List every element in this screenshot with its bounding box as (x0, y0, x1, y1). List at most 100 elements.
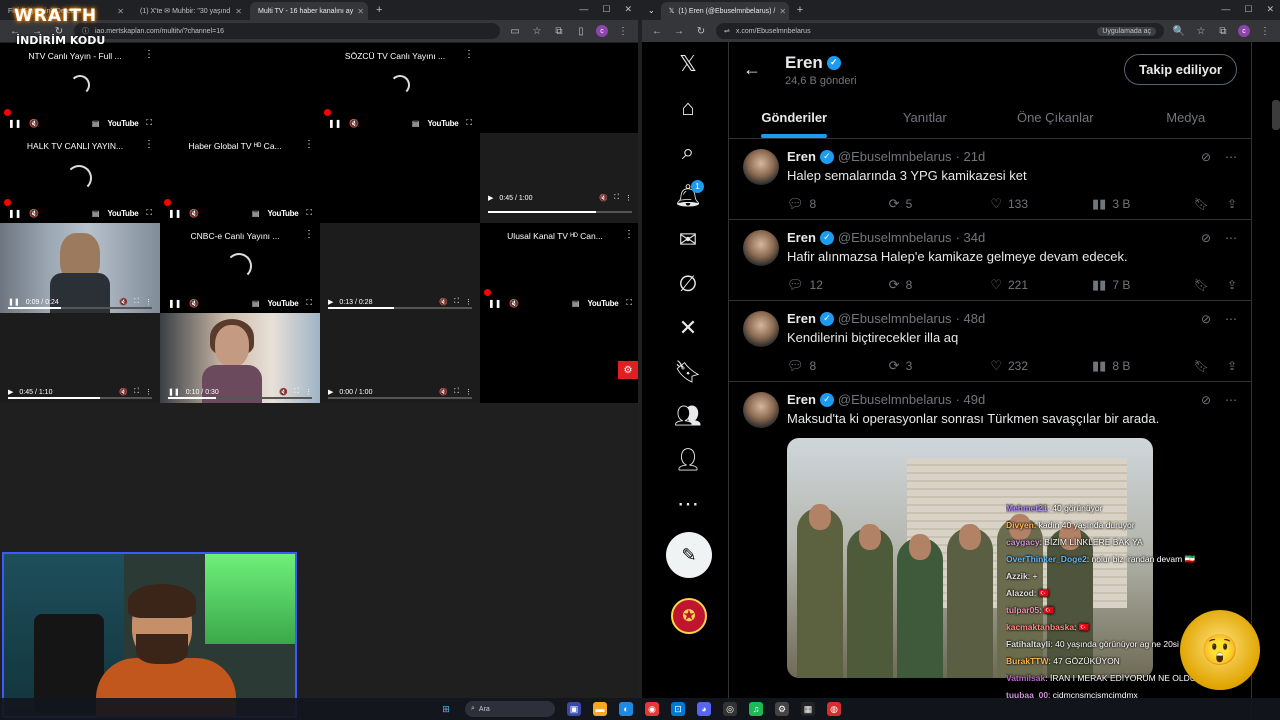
author-name[interactable]: Eren (787, 230, 816, 245)
store-icon[interactable]: ⊡ (671, 702, 685, 716)
menu-icon[interactable]: ⋮ (1258, 24, 1272, 38)
post-age[interactable]: · 49d (956, 392, 986, 407)
fullscreen-icon[interactable]: ⛶ (466, 118, 472, 128)
fullscreen-icon[interactable]: ⛶ (306, 298, 312, 308)
grok-icon[interactable]: ⊘ (1201, 393, 1211, 407)
player-html5-2[interactable]: ▶ 0:13 / 0:28 🔇 ⛶ ⋮ (320, 223, 480, 313)
player-sozcu[interactable]: SÖZCÜ TV Canlı Yayını ... ⋮ ❚❚ 🔇 ▤ YouTube… (320, 43, 480, 133)
player-ntv[interactable]: NTV Canlı Yayın - Full ... ⋮ ❚❚ 🔇 ▤ YouTub… (0, 43, 160, 133)
views-button[interactable]: ▮▮ 7 B (1092, 277, 1194, 293)
play-icon[interactable]: ▶ (328, 388, 333, 396)
mute-icon[interactable]: 🔇 (509, 299, 519, 308)
notifications-bell-icon[interactable]: 🔔︎ 1 (666, 174, 710, 218)
fullscreen-icon[interactable]: ⛶ (134, 298, 139, 306)
pause-icon[interactable]: ❚❚ (328, 119, 341, 128)
progress-bar[interactable] (168, 397, 312, 399)
youtube-logo[interactable]: YouTube (107, 119, 138, 128)
grok-icon[interactable]: ⊘ (1201, 231, 1211, 245)
more-options-icon[interactable]: ⋮ (145, 388, 152, 396)
tab-media[interactable]: Medya (1121, 97, 1252, 138)
edge-icon[interactable]: ◐ (619, 702, 633, 716)
chrome-icon[interactable]: ◉ (645, 702, 659, 716)
profile-icon[interactable]: 👤︎ (666, 438, 710, 482)
more-options-icon[interactable]: ⋮ (625, 194, 632, 202)
player-html5-3[interactable]: ▶ 0:45 / 1:10 🔇 ⛶ ⋮ (0, 313, 160, 403)
author-name[interactable]: Eren (787, 311, 816, 326)
player-html5-1[interactable]: ▶ 0:45 / 1:00 🔇 ⛶ ⋮ (480, 133, 638, 223)
bookmark-star-icon[interactable]: ☆ (530, 24, 544, 38)
pause-icon[interactable]: ❚❚ (168, 299, 181, 308)
youtube-logo[interactable]: YouTube (267, 299, 298, 308)
scrollbar[interactable] (1272, 100, 1280, 130)
author-handle[interactable]: @Ebuselmnbelarus (838, 149, 952, 164)
progress-bar[interactable] (8, 307, 152, 309)
sidepanel-icon[interactable]: ▯ (574, 24, 588, 38)
menu-icon[interactable]: ⋮ (616, 24, 630, 38)
like-button[interactable]: ♡ 133 (990, 196, 1092, 212)
mute-icon[interactable]: 🔇 (29, 209, 39, 218)
fullscreen-icon[interactable]: ⛶ (146, 118, 152, 128)
subtitles-icon[interactable]: ▤ (92, 209, 100, 218)
profile-avatar[interactable]: c (596, 25, 608, 37)
more-icon[interactable]: ⋯ (1225, 150, 1237, 164)
close-window-icon[interactable]: ✕ (624, 4, 632, 15)
more-options-icon[interactable]: ⋮ (304, 229, 314, 240)
address-bar[interactable]: ⓘ iao.mertskaplan.com/multitv/?channel=1… (74, 23, 500, 39)
address-bar[interactable]: ⇌ x.com/Ebuselmnbelarus Uygulamada aç (716, 23, 1164, 39)
grok-icon[interactable]: ∅ (666, 262, 710, 306)
account-avatar[interactable]: ✪ (671, 598, 707, 634)
discord-icon[interactable]: ◕ (697, 702, 711, 716)
play-icon[interactable]: ▶ (328, 298, 333, 306)
communities-icon[interactable]: 👥︎ (666, 394, 710, 438)
more-options-icon[interactable]: ⋮ (304, 139, 314, 150)
following-button[interactable]: Takip ediliyor (1124, 54, 1237, 85)
pause-icon[interactable]: ❚❚ (8, 298, 20, 306)
forward-icon[interactable]: → (672, 24, 686, 38)
author-handle[interactable]: @Ebuselmnbelarus (838, 230, 952, 245)
more-options-icon[interactable]: ⋮ (465, 298, 472, 306)
player-news-woman[interactable]: ❚❚ 0:10 / 0:30 🔇 ⛶ ⋮ (160, 313, 320, 403)
close-icon[interactable]: ✕ (779, 7, 786, 16)
subtitles-icon[interactable]: ▤ (412, 119, 420, 128)
messages-envelope-icon[interactable]: ✉ (666, 218, 710, 262)
more-icon[interactable]: ⋯ (1225, 393, 1237, 407)
post-age[interactable]: · 34d (956, 230, 986, 245)
reply-button[interactable]: 💬︎ 12 (787, 277, 889, 293)
x-logo-icon[interactable]: 𝕏 (666, 42, 710, 86)
fullscreen-icon[interactable]: ⛶ (134, 388, 139, 396)
subtitles-icon[interactable]: ▤ (252, 299, 260, 308)
more-icon[interactable]: ⋯ (1225, 231, 1237, 245)
views-button[interactable]: ▮▮ 8 B (1092, 358, 1194, 374)
windows-start-icon[interactable]: ⊞ (439, 702, 453, 716)
maximize-icon[interactable]: ☐ (1244, 4, 1252, 15)
post-age[interactable]: · 21d (956, 149, 986, 164)
bookmark-star-icon[interactable]: ☆ (1194, 24, 1208, 38)
fullscreen-icon[interactable]: ⛶ (626, 298, 632, 308)
fullscreen-icon[interactable]: ⛶ (294, 388, 299, 396)
more-icon[interactable]: ⋯ (1225, 312, 1237, 326)
mute-icon[interactable]: 🔇 (189, 209, 199, 218)
more-options-icon[interactable]: ⋮ (464, 49, 474, 60)
repost-button[interactable]: ⟳ 5 (889, 196, 991, 212)
more-options-icon[interactable]: ⋮ (144, 49, 154, 60)
tweet[interactable]: Eren ✓ @Ebuselmnbelarus · 21d ⊘ ⋯ Halep se… (729, 139, 1251, 220)
pause-icon[interactable]: ❚❚ (8, 209, 21, 218)
file-explorer-icon[interactable]: ▬ (593, 702, 607, 716)
player-news-man[interactable]: ❚❚ 0:09 / 0:24 🔇 ⛶ ⋮ (0, 223, 160, 313)
mute-icon[interactable]: 🔇 (439, 388, 448, 396)
player-halk[interactable]: HALK TV CANLI YAYIN... ⋮ ❚❚ 🔇 ▤ YouTube ⛶ (0, 133, 160, 223)
mute-icon[interactable]: 🔇 (279, 388, 288, 396)
grok-icon[interactable]: ⊘ (1201, 150, 1211, 164)
taskbar-search[interactable]: ⌕ Ara (465, 701, 555, 717)
bookmark-icon[interactable]: 🔖︎ (1194, 359, 1209, 373)
close-window-icon[interactable]: ✕ (1266, 4, 1274, 15)
reply-button[interactable]: 💬︎ 8 (787, 196, 889, 212)
grok-icon[interactable]: ⊘ (1201, 312, 1211, 326)
more-options-icon[interactable]: ⋮ (305, 388, 312, 396)
tweet[interactable]: Eren ✓ @Ebuselmnbelarus · 48d ⊘ ⋯ Kendiler… (729, 301, 1251, 382)
mute-icon[interactable]: 🔇 (349, 119, 359, 128)
subtitles-icon[interactable]: ▤ (572, 299, 580, 308)
tab-x-muhbir[interactable]: (1) X'te ✉ Muhbir: "30 yaşınd ✕ (132, 2, 250, 20)
pause-icon[interactable]: ❚❚ (488, 299, 501, 308)
author-handle[interactable]: @Ebuselmnbelarus (838, 311, 952, 326)
